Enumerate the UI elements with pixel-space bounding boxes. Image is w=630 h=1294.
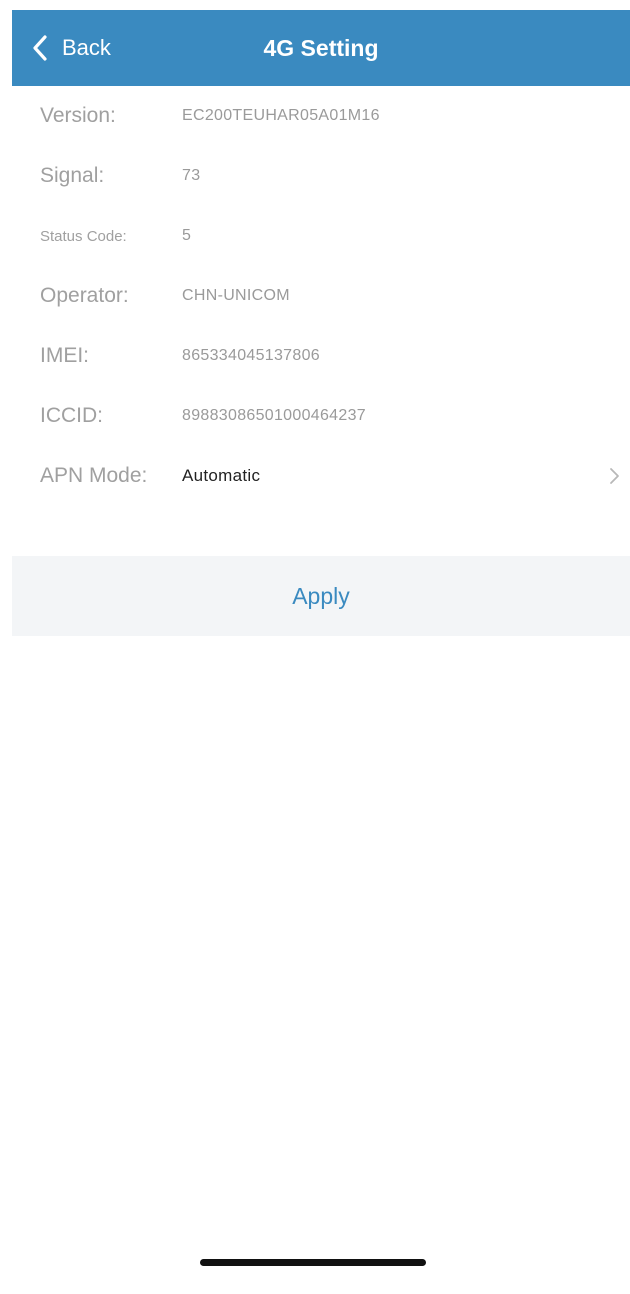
iccid-value: 89883086501000464237 [182,407,366,424]
chevron-right-icon [610,468,619,484]
apply-button[interactable]: Apply [12,556,630,636]
imei-value: 865334045137806 [182,347,320,364]
app-screen: Back 4G Setting Version: EC200TEUHAR05A0… [12,10,630,1294]
version-value: EC200TEUHAR05A01M16 [182,107,380,124]
imei-row: IMEI: 865334045137806 [40,326,620,386]
apn-mode-label: APN Mode: [40,464,148,487]
signal-row: Signal: 73 [40,146,620,206]
operator-label: Operator: [40,284,129,307]
apn-mode-value: Automatic [182,466,261,485]
version-label: Version: [40,104,116,127]
status-code-label: Status Code: [40,227,127,245]
status-code-value: 5 [182,227,192,244]
iccid-label: ICCID: [40,404,103,427]
status-code-row: Status Code: 5 [40,206,620,266]
chevron-left-icon [33,35,47,61]
operator-value: CHN-UNICOM [182,287,290,304]
imei-label: IMEI: [40,344,90,367]
device-info-list: Version: EC200TEUHAR05A01M16 Signal: 73 … [40,86,620,506]
back-label: Back [62,35,111,60]
home-indicator[interactable] [200,1259,426,1266]
iccid-row: ICCID: 89883086501000464237 [40,386,620,446]
nav-bar: Back 4G Setting [12,10,630,86]
signal-value: 73 [182,167,201,184]
operator-row: Operator: CHN-UNICOM [40,266,620,326]
apply-label: Apply [292,582,350,609]
version-row: Version: EC200TEUHAR05A01M16 [40,86,620,146]
apn-mode-row[interactable]: APN Mode: Automatic [40,446,620,506]
back-button[interactable]: Back [30,28,111,68]
signal-label: Signal: [40,164,105,187]
